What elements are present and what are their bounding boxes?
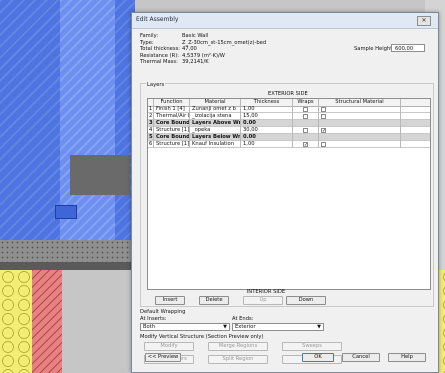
interior-side-label: INTERIOR SIDE [246, 289, 286, 295]
layers-table: Function Material Thickness Wraps Struct… [147, 98, 431, 290]
sweeps-button[interactable]: Sweeps [282, 342, 342, 351]
insert-button[interactable]: Insert [155, 296, 185, 305]
material-cell[interactable]: Zunanji omet z b [190, 106, 241, 113]
structural-checkbox[interactable] [321, 114, 326, 119]
wraps-checkbox[interactable] [303, 128, 308, 133]
material-cell: Layers Above Wra [192, 120, 241, 127]
material-cell[interactable]: _izolacija stena [190, 113, 241, 120]
structural-cell [319, 113, 401, 120]
prop-value: 4,5379 (m²·K)/W [182, 52, 225, 59]
thickness-cell[interactable]: 1,00 [241, 141, 293, 148]
insulation-layer [0, 270, 32, 373]
merge-regions-button[interactable]: Merge Regions [208, 342, 268, 351]
table-row[interactable]: 1 Finish 1 [4] Zunanji omet z b 1,00 [148, 106, 430, 113]
wraps-cell [293, 120, 319, 127]
structural-cell [319, 141, 401, 148]
material-cell[interactable]: Knauf Insulation [190, 141, 241, 148]
structure-block [70, 155, 130, 195]
column-header: Structural Material [319, 99, 401, 106]
preview-button[interactable]: << Preview [145, 353, 181, 362]
at-inserts-value: Both [143, 324, 156, 330]
prop-label: Total thickness: [140, 46, 181, 53]
layers-group: Layers EXTERIOR SIDE Function Material T… [140, 82, 434, 307]
exterior-side-label: EXTERIOR SIDE [268, 91, 308, 97]
thickness-cell[interactable]: 15,00 [241, 113, 293, 120]
prop-value: Basic Wall [182, 33, 209, 39]
split-region-button[interactable]: Split Region [208, 355, 268, 364]
core-boundary-row[interactable]: 5 Core Boundary Layers Below Wrap 0.00 [148, 134, 430, 141]
delete-button[interactable]: Delete [199, 296, 229, 305]
prop-value: Z_Z-30cm_st-15cm_omet(z)-bed [182, 39, 267, 46]
wraps-checkbox-checked[interactable]: ✓ [303, 142, 308, 148]
structural-cell [319, 134, 401, 141]
at-ends-label: At Ends: [232, 316, 254, 322]
function-cell: Core Boundary [156, 134, 190, 141]
core-boundary-row[interactable]: 3 Core Boundary Layers Above Wra 0.00 [148, 120, 430, 127]
chevron-down-icon: ▼ [317, 324, 321, 330]
wraps-cell: ✓ [293, 141, 319, 148]
function-cell[interactable]: Finish 1 [4] [154, 106, 190, 113]
prop-value: 47,00 [182, 46, 197, 53]
edit-assembly-dialog: Edit Assembly ✕ Family: Basic Wall Type:… [131, 12, 439, 373]
title-bar[interactable]: Edit Assembly ✕ [132, 13, 438, 29]
structural-checkbox[interactable] [321, 142, 326, 147]
at-inserts-select[interactable]: Both ▼ [140, 323, 230, 331]
column-header: Thickness [241, 99, 293, 106]
table-row[interactable]: 2 Thermal/Air Layer [ _izolacija stena 1… [148, 113, 430, 120]
wraps-cell [293, 106, 319, 113]
wraps-checkbox[interactable] [303, 114, 308, 119]
wraps-cell [293, 127, 319, 134]
vertical-structure-title: Modify Vertical Structure (Section Previ… [140, 334, 264, 340]
at-inserts-label: At Inserts: [140, 316, 167, 322]
function-cell[interactable]: Structure [1] [154, 141, 190, 148]
window-element [55, 205, 77, 219]
at-ends-value: Exterior [235, 324, 256, 330]
ok-button[interactable]: OK [302, 353, 334, 362]
prop-label: Family: [140, 33, 159, 39]
up-button[interactable]: Up [243, 296, 283, 305]
structural-cell: ✓ [319, 127, 401, 134]
wraps-cell [293, 113, 319, 120]
prop-value: 39,2141/K [182, 59, 209, 66]
table-row[interactable]: 6 Structure [1] Knauf Insulation 1,00 ✓ [148, 141, 430, 148]
material-cell[interactable]: _opeka [190, 127, 241, 134]
structural-cell [319, 120, 401, 127]
prop-label: Type: [140, 39, 154, 46]
layers-caption: Layers [146, 82, 166, 88]
help-button[interactable]: Help [388, 353, 426, 362]
prop-label: Thermal Mass: [140, 59, 178, 66]
close-button[interactable]: ✕ [417, 16, 431, 26]
down-button[interactable]: Down [286, 296, 326, 305]
column-header: Wraps [293, 99, 319, 106]
dialog-title: Edit Assembly [136, 16, 179, 23]
prop-label: Resistance (R): [140, 52, 180, 59]
sample-height-input[interactable]: 600,00 [391, 44, 425, 52]
material-cell: Layers Below Wrap [192, 134, 241, 141]
wraps-checkbox[interactable] [303, 107, 308, 112]
brick-layer [32, 270, 62, 373]
default-wrapping-title: Default Wrapping [140, 309, 186, 315]
table-empty-area [148, 149, 430, 289]
function-cell: Core Boundary [156, 120, 190, 127]
modify-button[interactable]: Modify [144, 342, 194, 351]
function-cell[interactable]: Thermal/Air Layer [ [154, 113, 190, 120]
table-row[interactable]: 4 Structure [1] _opeka 30,00 ✓ [148, 127, 430, 134]
structural-checkbox-checked[interactable]: ✓ [321, 128, 326, 134]
thickness-cell[interactable]: 30,00 [241, 127, 293, 134]
at-ends-select[interactable]: Exterior ▼ [232, 323, 324, 331]
sample-height-label: Sample Height: [354, 46, 394, 52]
wraps-cell [293, 134, 319, 141]
cancel-button[interactable]: Cancel [342, 353, 380, 362]
thickness-cell: 0.00 [241, 134, 293, 141]
thickness-cell[interactable]: 1,00 [241, 106, 293, 113]
function-cell[interactable]: Structure [1] [154, 127, 190, 134]
thickness-cell: 0.00 [241, 120, 293, 127]
structural-cell [319, 106, 401, 113]
structural-checkbox[interactable] [321, 107, 326, 112]
column-header: Material [190, 99, 241, 106]
column-header: Function [154, 99, 190, 106]
chevron-down-icon: ▼ [223, 324, 227, 330]
